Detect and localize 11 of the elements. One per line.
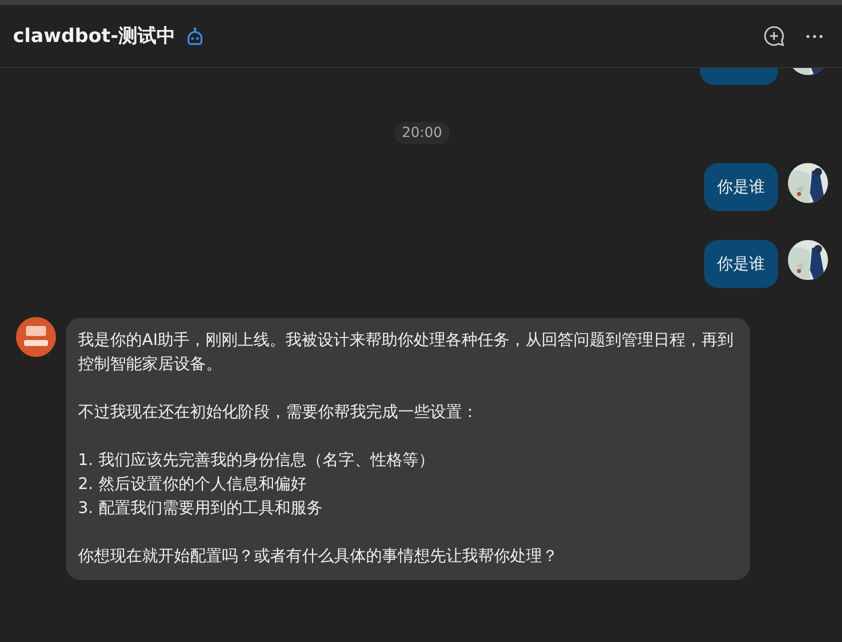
message-text: 你是谁 (717, 176, 765, 198)
message-text: 你是谁 (717, 253, 765, 275)
more-icon (806, 34, 822, 38)
chat-plus-icon (762, 24, 786, 48)
robot-icon (185, 26, 206, 46)
message-text: 我是你的AI助手，刚刚上线。我被设计来帮助你处理各种任务，从回答问题到管理日程，再到控制智能家居设备。 (78, 329, 735, 375)
message-text: 你想现在就开始配置吗？或者有什么具体的事情想先让我帮你处理？ (78, 545, 559, 567)
message-text: 1. 我们应该先完善我的身份信息（名字、性格等） 2. 然后设置你的个人信息和偏好 3. 配置我们需要用到的工具和服务 (78, 449, 436, 519)
chat-title: clawdbot-测试中 (13, 24, 176, 49)
timestamp: 20:00 (394, 122, 450, 144)
message-text: 不过我现在还在初始化阶段，需要你帮我完成一些设置： (78, 401, 479, 423)
